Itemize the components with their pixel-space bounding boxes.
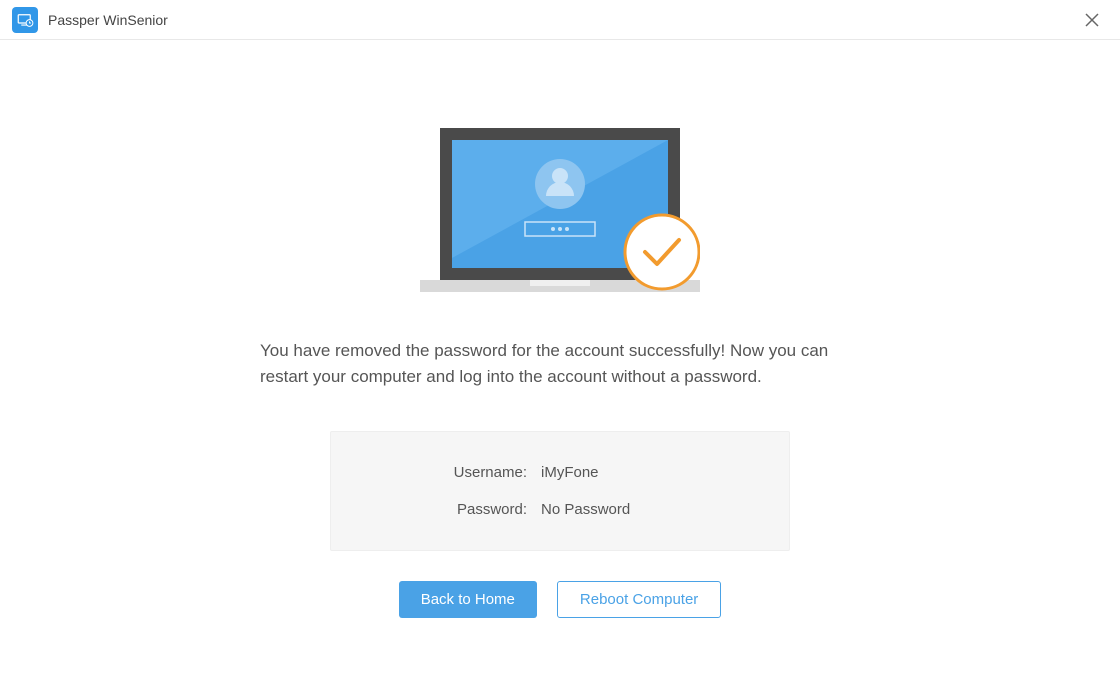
password-label: Password:: [331, 501, 541, 518]
password-row: Password: No Password: [331, 491, 789, 528]
password-value: No Password: [541, 501, 630, 518]
close-button[interactable]: [1076, 4, 1108, 36]
reboot-button[interactable]: Reboot Computer: [557, 581, 721, 618]
username-label: Username:: [331, 464, 541, 481]
close-icon: [1085, 13, 1099, 27]
button-row: Back to Home Reboot Computer: [399, 581, 722, 618]
titlebar-left: Passper WinSenior: [12, 7, 168, 33]
app-logo-icon: [12, 7, 38, 33]
success-illustration: [420, 128, 700, 292]
app-title: Passper WinSenior: [48, 12, 168, 28]
username-row: Username: iMyFone: [331, 454, 789, 491]
back-home-button[interactable]: Back to Home: [399, 581, 537, 618]
main-content: You have removed the password for the ac…: [0, 40, 1120, 618]
account-info-box: Username: iMyFone Password: No Password: [330, 431, 790, 551]
titlebar: Passper WinSenior: [0, 0, 1120, 40]
success-message: You have removed the password for the ac…: [260, 338, 860, 391]
username-value: iMyFone: [541, 464, 599, 481]
